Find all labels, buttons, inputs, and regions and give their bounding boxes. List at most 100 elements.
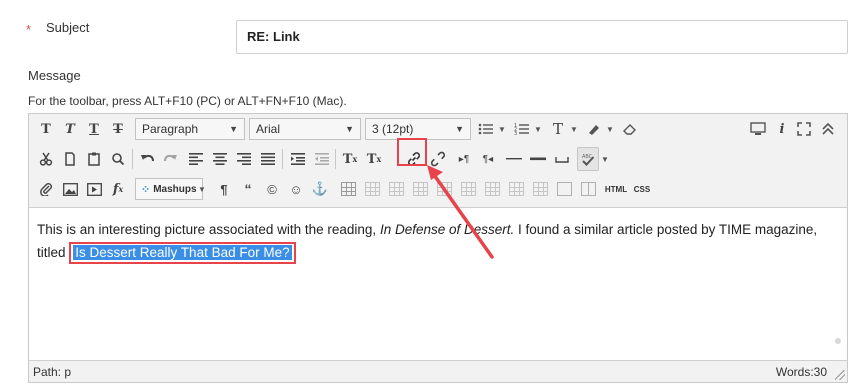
insert-media-icon[interactable] (83, 177, 105, 201)
underline-icon[interactable]: T (83, 117, 105, 141)
blockquote-icon[interactable]: “ (237, 177, 259, 201)
font-select[interactable]: Arial ▼ (249, 118, 361, 140)
spellcheck-icon[interactable]: ABC (577, 147, 599, 171)
italic-icon[interactable]: T (59, 117, 81, 141)
indent-icon[interactable] (287, 147, 309, 171)
rtl-icon[interactable]: ¶◂ (477, 147, 499, 171)
selected-text[interactable]: Is Dessert Really That Bad For Me? (73, 245, 292, 260)
message-editor: T T T T Paragraph ▼ Arial ▼ 3 (12pt) ▼ ▼ 12… (28, 113, 848, 383)
align-center-icon[interactable] (209, 147, 231, 171)
cut-icon[interactable] (35, 147, 57, 171)
chevron-down-icon: ▼ (345, 124, 354, 134)
copy-icon[interactable] (59, 147, 81, 171)
editor-toolbar: T T T T Paragraph ▼ Arial ▼ 3 (12pt) ▼ ▼ 12… (29, 114, 847, 208)
selected-text-highlight: Is Dessert Really That Bad For Me? (69, 242, 296, 264)
copyright-icon[interactable]: © (261, 177, 283, 201)
table-insert-row-before-icon[interactable] (409, 177, 431, 201)
subject-label: Subject (46, 20, 90, 35)
toolbar-hint: For the toolbar, press ALT+F10 (PC) or A… (28, 94, 347, 108)
table-insert-col-after-icon[interactable] (505, 177, 527, 201)
subject-input[interactable]: RE: Link (236, 20, 848, 54)
toolbar-divider (335, 149, 336, 169)
font-select-value: Arial (256, 122, 281, 136)
ltr-icon[interactable]: ▸¶ (453, 147, 475, 171)
chevron-down-icon: ▼ (455, 124, 464, 134)
reading-title: In Defense of Dessert. (379, 222, 515, 237)
chevron-down-icon[interactable]: ▼ (600, 147, 610, 171)
table-merge-cells-icon[interactable] (577, 177, 599, 201)
chevron-down-icon[interactable]: ▼ (497, 117, 507, 141)
message-label: Message (28, 68, 81, 83)
undo-icon[interactable] (137, 147, 159, 171)
align-justify-icon[interactable] (257, 147, 279, 171)
bold-icon[interactable]: T (35, 117, 57, 141)
link-button-highlight (397, 138, 427, 166)
chevron-down-icon: ▼ (229, 124, 238, 134)
size-select[interactable]: 3 (12pt) ▼ (365, 118, 471, 140)
subject-row: * Subject RE: Link (14, 14, 848, 60)
math-formula-icon[interactable]: fx (107, 177, 129, 201)
css-icon[interactable]: CSS (631, 177, 653, 201)
size-select-value: 3 (12pt) (372, 122, 414, 136)
text-color-icon[interactable]: T (547, 117, 569, 141)
insert-table-icon[interactable] (337, 177, 359, 201)
toolbar-row-1: T T T T Paragraph ▼ Arial ▼ 3 (12pt) ▼ ▼ 12… (31, 117, 847, 143)
chevron-down-icon[interactable]: ▼ (197, 177, 207, 201)
mashups-icon: ⁘ (141, 183, 151, 196)
toolbar-divider (282, 149, 283, 169)
editor-content[interactable]: This is an interesting picture associate… (37, 218, 843, 264)
word-count: Words:30 (775, 365, 827, 379)
table-delete-row-icon[interactable] (457, 177, 479, 201)
attachment-icon[interactable] (35, 177, 57, 201)
info-icon[interactable]: i (771, 117, 793, 141)
subscript-icon[interactable]: Tx (363, 147, 385, 171)
scrollbar[interactable] (835, 338, 841, 344)
collapse-toolbar-icon[interactable] (817, 117, 839, 141)
table-cell-props-icon[interactable] (385, 177, 407, 201)
css-label: CSS (633, 184, 651, 194)
preview-icon[interactable] (747, 117, 769, 141)
format-select[interactable]: Paragraph ▼ (135, 118, 245, 140)
paragraph-mark-icon[interactable]: ¶ (213, 177, 235, 201)
bullet-list-icon[interactable] (475, 117, 497, 141)
anchor-icon[interactable]: ⚓ (309, 177, 331, 201)
superscript-icon[interactable]: Tx (339, 147, 361, 171)
table-insert-col-before-icon[interactable] (481, 177, 503, 201)
mashups-select[interactable]: ⁘ Mashups (135, 178, 203, 200)
toolbar-divider (132, 149, 133, 169)
table-insert-row-after-icon[interactable] (433, 177, 455, 201)
format-select-value: Paragraph (142, 122, 199, 136)
chevron-down-icon[interactable]: ▼ (605, 117, 615, 141)
fullscreen-icon[interactable] (793, 117, 815, 141)
nonbreaking-space-icon[interactable] (551, 147, 573, 171)
chevron-down-icon[interactable]: ▼ (533, 117, 543, 141)
resize-handle[interactable] (835, 370, 845, 380)
html-source-icon[interactable]: HTML (603, 177, 629, 201)
chevron-down-icon[interactable]: ▼ (569, 117, 579, 141)
table-delete-col-icon[interactable] (529, 177, 551, 201)
eraser-icon[interactable] (619, 117, 641, 141)
redo-icon[interactable] (159, 147, 181, 171)
toolbar-row-3: fx ⁘ Mashups ▼ ¶ “ © ☺ ⚓ HTML CSS (31, 177, 847, 203)
search-icon[interactable] (107, 147, 129, 171)
highlight-pen-icon[interactable] (583, 117, 605, 141)
toolbar-row-2: Tx Tx ▸¶ ¶◂ ABC ▼ (31, 147, 847, 173)
align-right-icon[interactable] (233, 147, 255, 171)
table-row-props-icon[interactable] (361, 177, 383, 201)
content-text: This is an interesting picture associate… (37, 222, 380, 237)
horizontal-line-thick-icon[interactable] (527, 147, 549, 171)
outdent-icon[interactable] (311, 147, 333, 171)
align-left-icon[interactable] (185, 147, 207, 171)
required-mark: * (26, 22, 32, 37)
paste-icon[interactable] (83, 147, 105, 171)
table-split-cells-icon[interactable] (553, 177, 575, 201)
strikethrough-icon[interactable]: T (107, 117, 129, 141)
numbered-list-icon[interactable]: 123 (511, 117, 533, 141)
path-label: Path: p (33, 365, 72, 379)
emoticon-icon[interactable]: ☺ (285, 177, 307, 201)
unlink-icon[interactable] (427, 147, 449, 171)
mashups-label: Mashups (153, 183, 197, 195)
horizontal-rule-icon[interactable] (503, 147, 525, 171)
insert-image-icon[interactable] (59, 177, 81, 201)
editor-statusbar: Path: p Words:30 (29, 360, 847, 382)
